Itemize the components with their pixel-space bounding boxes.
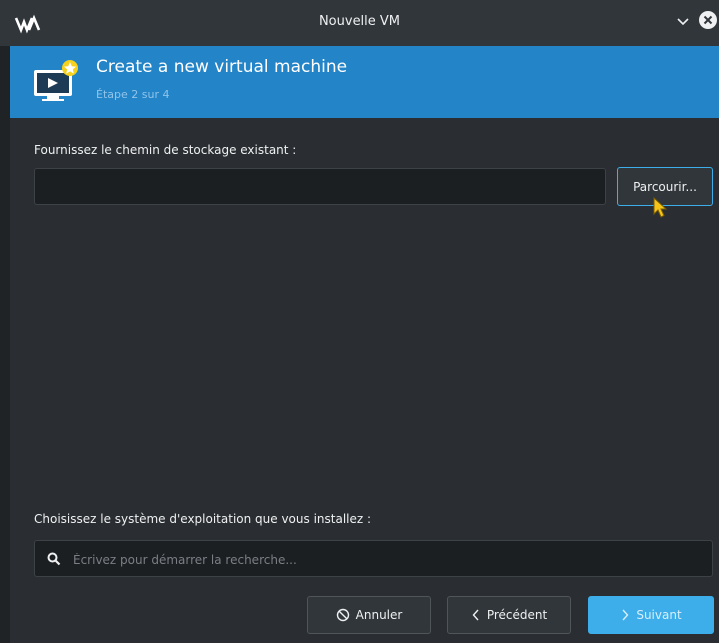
title-bar: Nouvelle VM	[0, 0, 719, 46]
step-indicator: Étape 2 sur 4	[96, 88, 170, 101]
os-select-label: Choisissez le système d'exploitation que…	[34, 512, 372, 526]
vm-monitor-new-icon	[34, 60, 78, 101]
close-circle-icon[interactable]	[697, 9, 719, 31]
cancel-button[interactable]: Annuler	[307, 596, 431, 634]
window-left-edge	[0, 46, 10, 643]
banner-title: Create a new virtual machine	[96, 57, 348, 77]
previous-label: Précédent	[486, 608, 548, 622]
search-icon	[47, 552, 61, 566]
storage-path-input[interactable]	[34, 168, 606, 205]
mouse-cursor-icon	[653, 196, 668, 218]
chevron-down-icon[interactable]	[672, 10, 694, 32]
chevron-left-icon	[472, 609, 479, 621]
window-title: Nouvelle VM	[318, 14, 401, 29]
next-button[interactable]: Suivant	[588, 596, 714, 634]
chevron-right-icon	[622, 609, 629, 621]
cancel-circle-icon	[336, 608, 349, 622]
storage-path-label: Fournissez le chemin de stockage existan…	[34, 143, 297, 157]
cancel-label: Annuler	[355, 608, 403, 622]
os-search-input[interactable]	[71, 541, 705, 578]
os-search-field[interactable]	[34, 540, 713, 578]
header-banner: Create a new virtual machine Étape 2 sur…	[10, 46, 719, 118]
previous-button[interactable]: Précédent	[447, 596, 571, 634]
next-label: Suivant	[636, 608, 682, 622]
